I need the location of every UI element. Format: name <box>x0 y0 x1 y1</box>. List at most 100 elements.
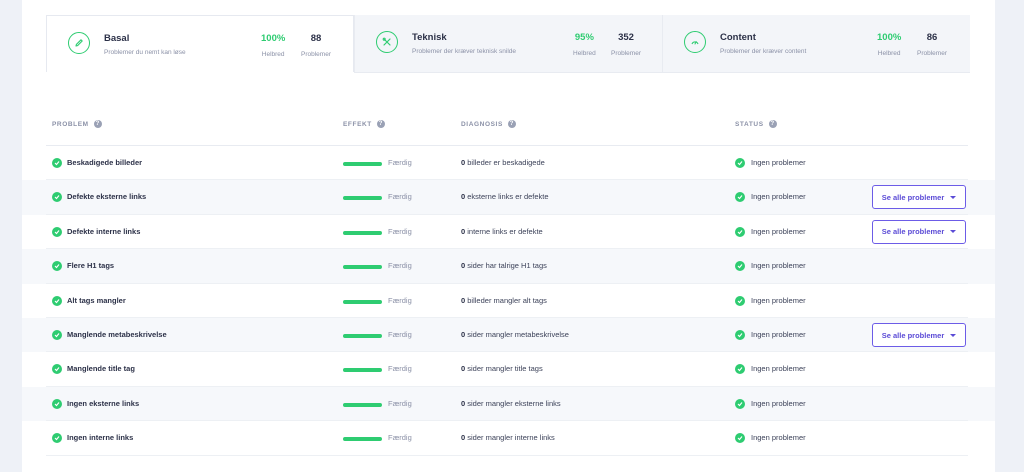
diagnosis-description: sider mangler metabeskrivelse <box>465 330 569 339</box>
see-all-problems-button[interactable]: Se alle problemer <box>872 185 966 210</box>
tab-description: Problemer der kræver content <box>720 48 807 55</box>
column-header-diagnosis: DIAGNOSIS ? <box>461 120 516 128</box>
status-text: Ingen problemer <box>751 295 806 305</box>
table-row: Beskadigede billeder Færdig 0 billeder e… <box>22 146 995 181</box>
problems-value: 88 <box>310 33 322 44</box>
effect-label: Færdig <box>388 192 412 202</box>
effect-label: Færdig <box>388 261 412 271</box>
health-stat: 100% Helbred <box>261 33 285 58</box>
see-all-problems-button[interactable]: Se alle problemer <box>872 323 966 347</box>
column-header-label: EFFEKT <box>343 120 372 128</box>
tab-teknisk[interactable]: Teknisk Problemer der kræver teknisk sni… <box>354 15 662 72</box>
health-value: 95% <box>574 32 594 43</box>
health-label: Helbred <box>877 50 901 57</box>
table-row: Defekte eksterne links Færdig 0 eksterne… <box>22 180 995 216</box>
effect-label: Færdig <box>388 398 412 408</box>
see-all-problems-button[interactable]: Se alle problemer <box>872 219 966 244</box>
check-circle-icon <box>52 226 62 237</box>
table-header: PROBLEM ? EFFEKT ? DIAGNOSIS ? STATUS ? <box>0 117 1024 131</box>
effect-label: Færdig <box>388 226 412 236</box>
status-text: Ingen problemer <box>751 433 806 443</box>
problem-name: Ingen interne links <box>67 433 134 443</box>
tab-content[interactable]: Content Problemer der kræver content 100… <box>662 15 970 72</box>
health-label: Helbred <box>261 51 285 58</box>
tab-title: Content <box>720 32 756 43</box>
check-circle-icon <box>735 158 745 168</box>
effect-progress-bar <box>343 265 382 270</box>
table-row: Ingen eksterne links Færdig 0 sider mang… <box>22 386 995 422</box>
help-icon[interactable]: ? <box>93 120 102 128</box>
check-circle-icon <box>52 261 62 272</box>
problems-stat: 86 Problemer <box>917 32 947 57</box>
gauge-icon <box>684 31 706 53</box>
problems-label: Problemer <box>917 50 947 57</box>
check-circle-icon <box>735 295 745 306</box>
check-circle-icon <box>735 433 745 444</box>
effect-progress-bar <box>343 402 382 407</box>
diagnosis-text: 0 sider mangler metabeskrivelse <box>461 330 569 339</box>
button-label: Se alle problemer <box>881 227 945 237</box>
column-header-label: PROBLEM <box>52 120 89 128</box>
check-circle-icon <box>52 192 62 203</box>
effect-progress-bar <box>343 368 382 373</box>
diagnosis-description: sider mangler interne links <box>465 433 555 443</box>
health-value: 100% <box>877 32 902 43</box>
problem-name: Ingen eksterne links <box>67 398 140 408</box>
effect-label: Færdig <box>388 330 412 339</box>
diagnosis-description: interne links er defekte <box>465 226 543 236</box>
effect-progress-bar <box>343 230 382 235</box>
check-circle-icon <box>735 364 745 375</box>
help-icon[interactable]: ? <box>507 120 516 128</box>
status-text: Ingen problemer <box>751 364 806 374</box>
check-circle-icon <box>735 226 745 237</box>
check-circle-icon <box>735 330 745 340</box>
diagnosis-description: billeder er beskadigede <box>465 158 545 167</box>
status-text: Ingen problemer <box>751 330 806 339</box>
check-circle-icon <box>52 433 62 444</box>
check-circle-icon <box>735 192 745 203</box>
diagnosis-text: 0 billeder mangler alt tags <box>461 296 547 305</box>
tools-icon <box>376 31 398 53</box>
tabs-divider <box>354 72 970 73</box>
effect-label: Færdig <box>388 364 412 374</box>
problem-name: Flere H1 tags <box>67 261 115 271</box>
tab-basal[interactable]: Basal Problemer du nemt kan løse 100% He… <box>46 15 354 72</box>
problems-value: 352 <box>618 32 634 43</box>
diagnosis-description: sider har talrige H1 tags <box>465 261 547 271</box>
check-circle-icon <box>52 398 62 409</box>
diagnosis-text: 0 billeder er beskadigede <box>461 158 545 167</box>
column-header-problem: PROBLEM ? <box>52 120 102 128</box>
effect-progress-bar <box>343 334 382 338</box>
problem-name: Manglende title tag <box>67 364 135 374</box>
effect-label: Færdig <box>388 158 412 167</box>
column-header-status: STATUS ? <box>735 120 777 128</box>
effect-label: Færdig <box>388 295 412 305</box>
help-icon[interactable]: ? <box>376 120 385 128</box>
category-tabs: Basal Problemer du nemt kan løse 100% He… <box>46 15 970 72</box>
problem-name: Defekte interne links <box>67 226 141 236</box>
chevron-down-icon <box>950 333 957 337</box>
check-circle-icon <box>52 364 62 375</box>
problem-name: Alt tags mangler <box>67 295 126 305</box>
health-stat: 95% Helbred <box>573 32 596 57</box>
help-icon[interactable]: ? <box>768 120 777 128</box>
table-row: Defekte interne links Færdig 0 interne l… <box>22 215 995 250</box>
button-label: Se alle problemer <box>881 330 945 340</box>
tab-description: Problemer der kræver teknisk snilde <box>412 48 517 55</box>
check-circle-icon <box>52 330 62 340</box>
health-label: Helbred <box>573 50 596 57</box>
problems-label: Problemer <box>301 51 331 58</box>
diagnosis-text: 0 sider mangler eksterne links <box>461 399 561 408</box>
table-row: Manglende title tag Færdig 0 sider mangl… <box>22 352 995 388</box>
table-row: Alt tags mangler Færdig 0 billeder mangl… <box>22 284 995 319</box>
tab-title: Teknisk <box>412 32 447 43</box>
column-header-label: DIAGNOSIS <box>461 120 503 128</box>
column-header-label: STATUS <box>735 120 764 128</box>
table-row: Ingen interne links Færdig 0 sider mangl… <box>22 421 995 456</box>
tab-description: Problemer du nemt kan løse <box>104 49 186 56</box>
diagnosis-text: 0 sider mangler interne links <box>461 433 555 442</box>
button-label: Se alle problemer <box>881 192 945 202</box>
tab-title: Basal <box>104 33 130 44</box>
check-circle-icon <box>52 295 62 306</box>
effect-progress-bar <box>343 196 382 201</box>
